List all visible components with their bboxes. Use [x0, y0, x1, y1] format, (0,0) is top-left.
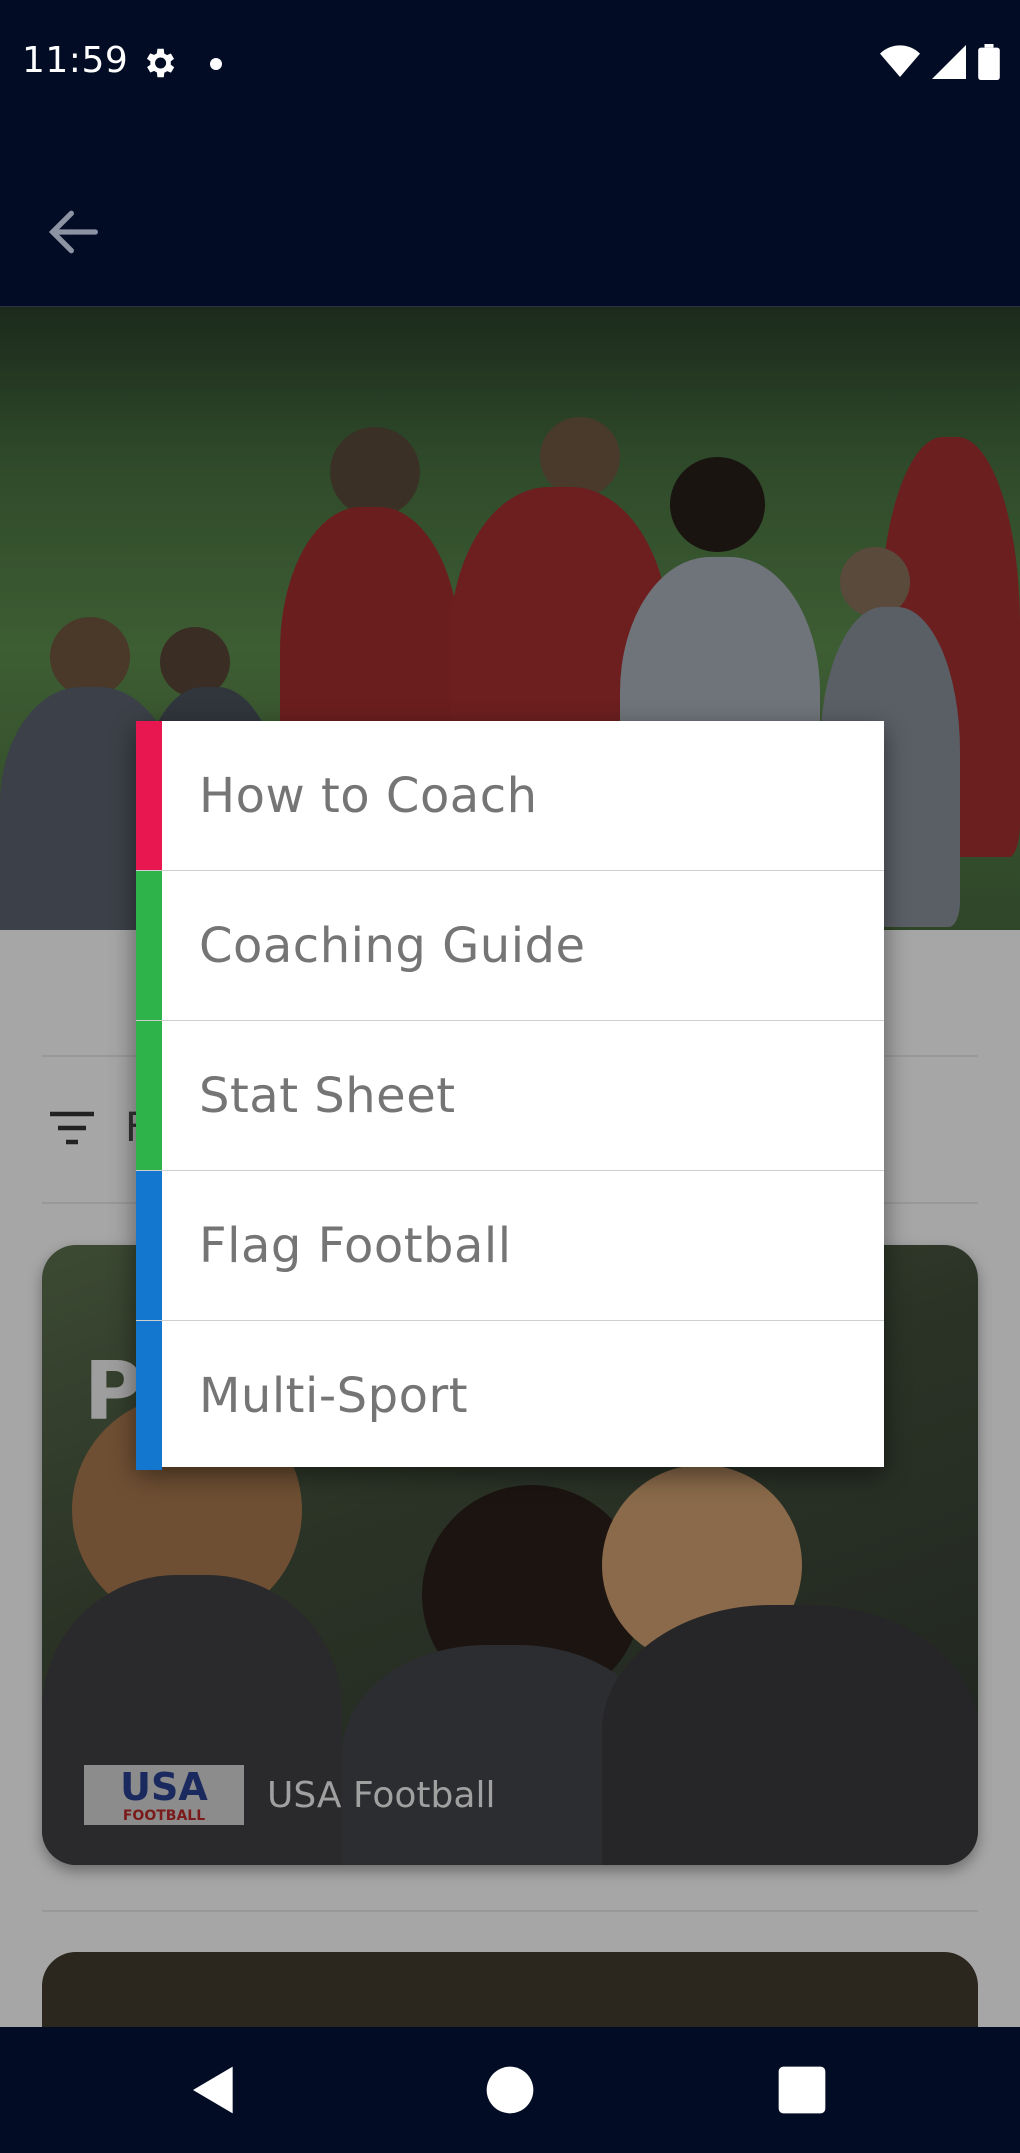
menu-item-flag-football[interactable]: Flag Football [136, 1171, 884, 1321]
recents-square-icon[interactable] [774, 2062, 830, 2118]
menu-item-coaching-guide[interactable]: Coaching Guide [136, 871, 884, 1021]
menu-item-accent [136, 1171, 162, 1320]
menu-item-label: How to Coach [199, 767, 538, 824]
popup-menu: How to Coach Coaching Guide Stat Sheet F… [136, 721, 884, 1470]
menu-item-accent [136, 721, 162, 870]
menu-item-label: Multi-Sport [199, 1367, 469, 1424]
menu-item-how-to-coach[interactable]: How to Coach [136, 721, 884, 871]
system-nav-bar [0, 2027, 1020, 2153]
home-circle-icon[interactable] [482, 2062, 538, 2118]
menu-item-multi-sport[interactable]: Multi-Sport [136, 1321, 884, 1470]
menu-item-label: Stat Sheet [199, 1067, 456, 1124]
back-triangle-icon[interactable] [186, 2062, 242, 2118]
menu-item-stat-sheet[interactable]: Stat Sheet [136, 1021, 884, 1171]
menu-item-label: Flag Football [199, 1217, 512, 1274]
menu-item-accent [136, 871, 162, 1020]
menu-item-accent [136, 1021, 162, 1170]
menu-item-label: Coaching Guide [199, 917, 586, 974]
menu-item-accent [136, 1321, 162, 1470]
